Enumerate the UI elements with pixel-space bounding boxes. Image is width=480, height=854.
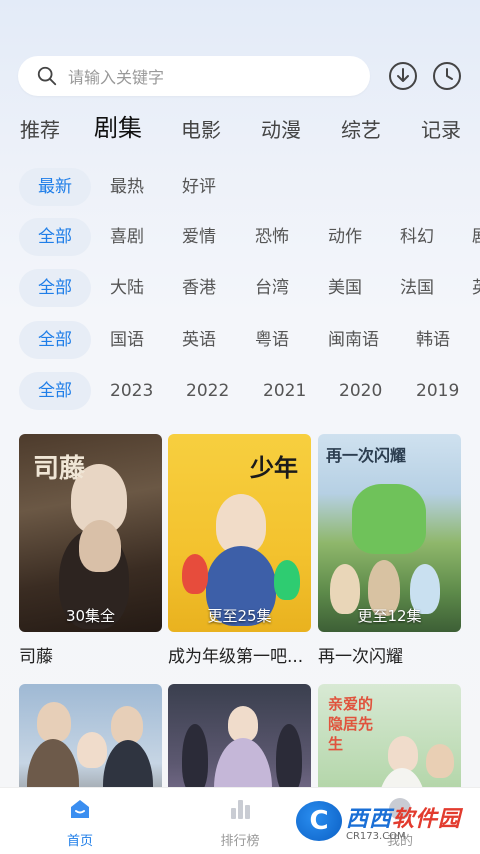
poster-title: 亲爱的隐居先生 [328, 695, 374, 753]
filter-chip-2020[interactable]: 2020 [339, 372, 382, 410]
nav-ranking[interactable]: 排行榜 [200, 796, 280, 849]
watermark-brand-b: 软件园 [392, 806, 462, 832]
home-icon [71, 800, 89, 818]
filter-chip-all[interactable]: 全部 [19, 269, 91, 307]
filter-chip-usa[interactable]: 美国 [328, 269, 362, 307]
filter-chip-comedy[interactable]: 喜剧 [110, 218, 144, 256]
filter-chip-latest[interactable]: 最新 [19, 168, 91, 206]
filter-chip-horror[interactable]: 恐怖 [255, 218, 289, 256]
filter-chip-scifi[interactable]: 科幻 [400, 218, 434, 256]
media-card[interactable]: 再一次闪耀 更至12集 再一次闪耀 [318, 434, 461, 667]
poster-title: 少年 [250, 454, 298, 482]
filter-chip-hongkong[interactable]: 香港 [182, 269, 216, 307]
tab-anime[interactable]: 动漫 [261, 112, 301, 148]
search-placeholder: 请输入关键字 [68, 68, 165, 87]
poster-title: 司藤 [33, 454, 86, 484]
filter-chip-mainland[interactable]: 大陆 [110, 269, 144, 307]
nav-home[interactable]: 首页 [40, 796, 120, 849]
category-tabs: 推荐 剧集 电影 动漫 综艺 记录 [0, 112, 480, 152]
history-icon[interactable] [431, 60, 463, 92]
filter-chip-taiwan[interactable]: 台湾 [255, 269, 289, 307]
nav-ranking-label: 排行榜 [220, 834, 260, 849]
card-title: 成为年级第一吧... [168, 647, 304, 667]
filter-row-sort: 最新 最热 好评 [0, 168, 480, 208]
card-title: 司藤 [19, 647, 53, 667]
episode-badge: 更至25集 [207, 607, 272, 625]
poster-title: 再一次闪耀 [326, 446, 407, 465]
filter-chip-uk[interactable]: 英 [472, 269, 480, 307]
watermark-brand-a: 西西 [346, 806, 393, 832]
poster-image: 司藤 30集全 [19, 434, 162, 632]
filter-chip-drama[interactable]: 剧 [472, 218, 480, 256]
watermark-logo: C 西西软件园 CR173.COM [296, 798, 466, 844]
filter-row-year: 全部 2023 2022 2021 2020 2019 [0, 372, 480, 412]
filter-chip-mandarin[interactable]: 国语 [110, 321, 144, 359]
poster-image: 再一次闪耀 更至12集 [318, 434, 461, 632]
filter-chip-cantonese[interactable]: 粤语 [255, 321, 289, 359]
filter-chip-2021[interactable]: 2021 [263, 372, 306, 410]
filter-chip-korean[interactable]: 韩语 [416, 321, 450, 359]
tab-movie[interactable]: 电影 [181, 112, 221, 148]
filter-row-language: 全部 国语 英语 粤语 闽南语 韩语 [0, 321, 480, 361]
watermark-c-icon: C [296, 801, 342, 841]
filter-chip-action[interactable]: 动作 [328, 218, 362, 256]
media-card[interactable]: 少年 更至25集 成为年级第一吧... [168, 434, 311, 667]
filter-chip-france[interactable]: 法国 [400, 269, 434, 307]
bar-chart-icon [231, 800, 250, 819]
card-title: 再一次闪耀 [318, 647, 403, 667]
filter-row-genre: 全部 喜剧 爱情 恐怖 动作 科幻 剧 [0, 218, 480, 258]
tab-variety[interactable]: 综艺 [341, 112, 381, 148]
filter-row-region: 全部 大陆 香港 台湾 美国 法国 英 [0, 269, 480, 309]
filter-chip-hot[interactable]: 最热 [110, 168, 144, 206]
tab-recommend[interactable]: 推荐 [20, 112, 60, 148]
filter-chip-rated[interactable]: 好评 [182, 168, 216, 206]
tab-series[interactable]: 剧集 [94, 112, 142, 146]
episode-badge: 30集全 [65, 607, 116, 625]
search-icon [37, 66, 57, 86]
tab-documentary[interactable]: 记录 [421, 112, 461, 148]
poster-image: 少年 更至25集 [168, 434, 311, 632]
filter-chip-minnan[interactable]: 闽南语 [328, 321, 379, 359]
nav-home-label: 首页 [66, 834, 93, 849]
download-icon[interactable] [387, 60, 419, 92]
filter-chip-romance[interactable]: 爱情 [182, 218, 216, 256]
filter-chip-all[interactable]: 全部 [19, 321, 91, 359]
filter-chip-english[interactable]: 英语 [182, 321, 216, 359]
filter-chip-2019[interactable]: 2019 [416, 372, 459, 410]
episode-badge: 更至12集 [357, 607, 422, 625]
search-row: 请输入关键字 [18, 56, 468, 96]
search-input[interactable]: 请输入关键字 [18, 56, 370, 96]
filter-chip-all[interactable]: 全部 [19, 218, 91, 256]
filter-chip-2023[interactable]: 2023 [110, 372, 153, 410]
filter-chip-2022[interactable]: 2022 [186, 372, 229, 410]
media-card[interactable]: 司藤 30集全 司藤 [19, 434, 162, 667]
filter-chip-all[interactable]: 全部 [19, 372, 91, 410]
